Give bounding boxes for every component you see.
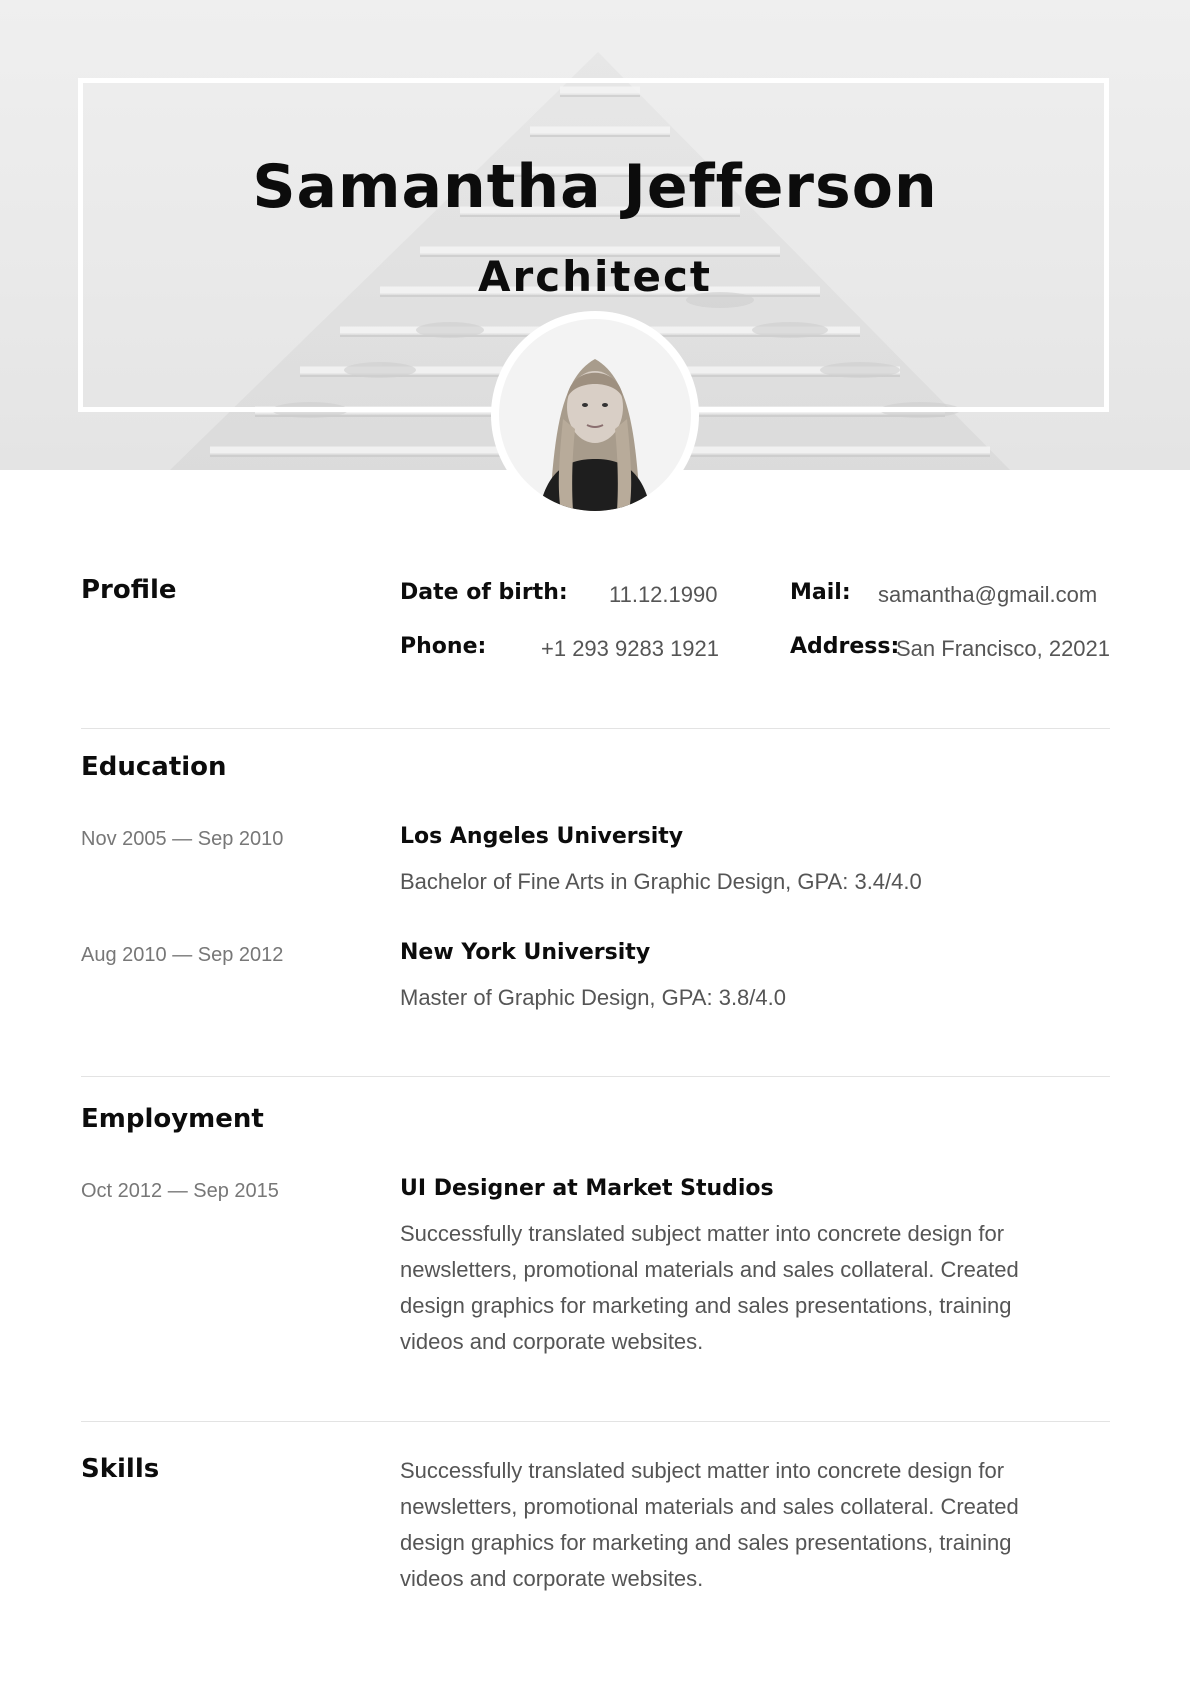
section-title-profile: Profile	[81, 575, 177, 605]
dob-value: 11.12.1990	[609, 582, 718, 607]
phone-label: Phone:	[400, 634, 487, 659]
divider	[81, 1421, 1110, 1422]
address-value: San Francisco, 22021	[896, 636, 1111, 661]
education-detail: Master of Graphic Design, GPA: 3.8/4.0	[400, 985, 786, 1010]
skills-description: Successfully translated subject matter i…	[400, 1458, 1019, 1591]
education-school: Los Angeles University	[400, 824, 684, 849]
section-title-employment: Employment	[81, 1104, 264, 1134]
mail-label: Mail:	[790, 580, 851, 605]
section-title-education: Education	[81, 752, 227, 782]
education-dates: Aug 2010 — Sep 2012	[81, 944, 284, 966]
mail-value: samantha@gmail.com	[878, 582, 1098, 607]
candidate-role: Architect	[478, 252, 712, 301]
divider	[81, 728, 1110, 729]
employment-description: Successfully translated subject matter i…	[400, 1221, 1019, 1354]
section-title-skills: Skills	[81, 1454, 160, 1484]
divider	[81, 1076, 1110, 1077]
education-dates: Nov 2005 — Sep 2010	[81, 828, 284, 850]
employment-position: UI Designer at Market Studios	[400, 1176, 774, 1201]
profile-photo	[499, 319, 691, 511]
dob-label: Date of birth:	[400, 580, 568, 605]
employment-dates: Oct 2012 — Sep 2015	[81, 1180, 279, 1202]
address-label: Address:	[790, 634, 900, 659]
avatar	[491, 311, 699, 519]
phone-value: +1 293 9283 1921	[541, 636, 720, 661]
education-detail: Bachelor of Fine Arts in Graphic Design,…	[400, 869, 922, 894]
education-school: New York University	[400, 940, 651, 965]
candidate-name: Samantha Jefferson	[252, 152, 938, 222]
